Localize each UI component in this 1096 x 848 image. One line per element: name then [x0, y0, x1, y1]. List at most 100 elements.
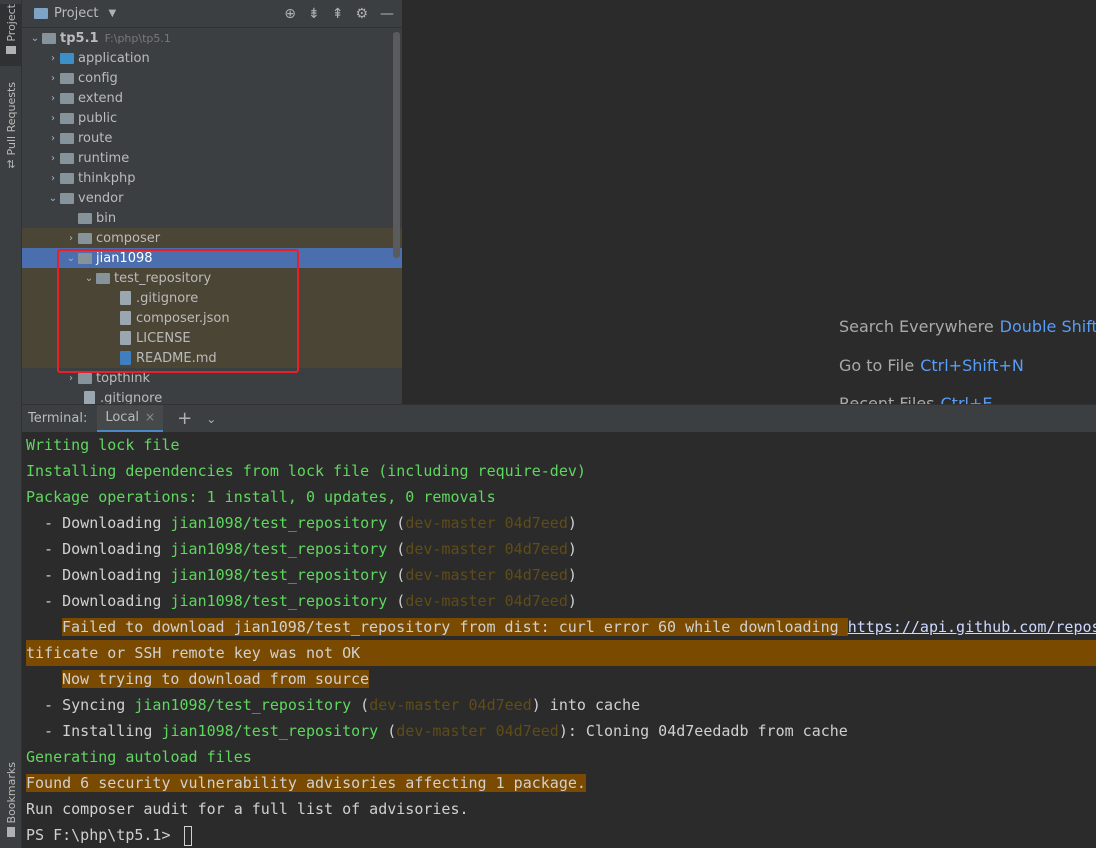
- tree-item-test-repository[interactable]: ⌄ test_repository: [22, 268, 402, 288]
- folder-icon: [78, 212, 92, 224]
- tab-local[interactable]: Local ×: [97, 404, 164, 433]
- close-icon[interactable]: ×: [145, 410, 155, 424]
- chevron-down-icon[interactable]: ⌄: [28, 33, 42, 44]
- project-panel-header: Project ▼ ⊕ ⇟ ⇞ ⚙ —: [22, 0, 402, 28]
- shell-prompt: PS F:\php\tp5.1>: [26, 826, 180, 844]
- tree-item-vendor[interactable]: ⌄ vendor: [22, 188, 402, 208]
- chevron-down-icon[interactable]: ▼: [108, 8, 116, 19]
- package-version: dev-master 04d7eed: [369, 696, 532, 714]
- terminal-line: Writing lock file: [26, 436, 180, 454]
- locate-file-icon[interactable]: ⊕: [284, 6, 296, 22]
- folder-icon: [60, 72, 74, 84]
- collapse-all-icon[interactable]: ⇞: [332, 6, 344, 22]
- tree-item-jian1098[interactable]: ⌄ jian1098: [22, 248, 402, 268]
- tree-item-composer-json[interactable]: composer.json: [22, 308, 402, 328]
- terminal-line: - Downloading jian1098/test_repository (…: [26, 536, 577, 562]
- chevron-right-icon[interactable]: ›: [46, 153, 60, 164]
- chevron-right-icon[interactable]: ›: [46, 173, 60, 184]
- chevron-down-icon[interactable]: ⌄: [46, 193, 60, 204]
- terminal-output[interactable]: Writing lock file Installing dependencie…: [22, 432, 1096, 848]
- terminal-line: - Downloading jian1098/test_repository (…: [26, 510, 577, 536]
- chevron-right-icon[interactable]: ›: [46, 93, 60, 104]
- expand-all-icon[interactable]: ⇟: [308, 6, 320, 22]
- tree-item-root-gitignore[interactable]: .gitignore: [22, 388, 402, 404]
- pull-request-icon: ⇅: [6, 158, 16, 172]
- project-tool-tab[interactable]: Project: [0, 4, 22, 66]
- tree-item-public[interactable]: › public: [22, 108, 402, 128]
- error-url-link[interactable]: https://api.github.com/repos: [848, 618, 1096, 636]
- paren-open: (: [387, 592, 406, 610]
- terminal-line: Run composer audit for a full list of ad…: [26, 800, 469, 818]
- chevron-right-icon[interactable]: ›: [64, 373, 78, 384]
- pull-requests-tool-tab[interactable]: Pull Requests ⇅: [0, 82, 22, 171]
- bookmark-icon: [7, 827, 15, 838]
- terminal-line-error: Failed to download jian1098/test_reposit…: [62, 614, 1096, 640]
- terminal-prompt-line[interactable]: PS F:\php\tp5.1>: [26, 822, 192, 848]
- chevron-right-icon[interactable]: ›: [46, 73, 60, 84]
- paren-open: (: [387, 514, 406, 532]
- file-icon: [84, 391, 95, 404]
- tree-item-label: application: [78, 50, 150, 66]
- tree-item-bin[interactable]: bin: [22, 208, 402, 228]
- tree-item-topthink[interactable]: › topthink: [22, 368, 402, 388]
- new-tab-icon[interactable]: +: [177, 408, 192, 429]
- package-version: dev-master 04d7eed: [405, 566, 568, 584]
- terminal-line: - Downloading jian1098/test_repository (…: [26, 588, 577, 614]
- tree-item-license[interactable]: LICENSE: [22, 328, 402, 348]
- tree-item-thinkphp[interactable]: › thinkphp: [22, 168, 402, 188]
- terminal-line-warning: Now trying to download from source: [62, 666, 370, 692]
- hint-text: Go to File: [839, 356, 915, 375]
- hint-search-everywhere: Search Everywhere Double Shift: [839, 317, 1096, 336]
- tree-item-route[interactable]: › route: [22, 128, 402, 148]
- chevron-right-icon[interactable]: ›: [46, 133, 60, 144]
- project-tree[interactable]: ⌄ tp5.1 F:\php\tp5.1 › application › con…: [22, 28, 402, 404]
- chevron-down-icon[interactable]: ⌄: [82, 273, 96, 284]
- warning-text: Now trying to download from source: [62, 670, 370, 688]
- tree-item-label: config: [78, 70, 118, 86]
- hint-shortcut: Double Shift: [999, 317, 1096, 336]
- gear-icon[interactable]: ⚙: [355, 6, 368, 22]
- package-version: dev-master 04d7eed: [405, 592, 568, 610]
- chevron-right-icon[interactable]: ›: [64, 233, 78, 244]
- terminal-line: Package operations: 1 install, 0 updates…: [26, 488, 496, 506]
- chevron-right-icon[interactable]: ›: [46, 113, 60, 124]
- tree-item-gitignore[interactable]: .gitignore: [22, 288, 402, 308]
- chevron-down-icon[interactable]: ⌄: [206, 412, 216, 426]
- tree-item-runtime[interactable]: › runtime: [22, 148, 402, 168]
- markdown-file-icon: [120, 351, 131, 365]
- line-prefix: - Downloading: [26, 566, 171, 584]
- hint-shortcut: Ctrl+Shift+N: [920, 356, 1024, 375]
- bookmarks-tool-tab[interactable]: Bookmarks: [0, 762, 22, 838]
- source-folder-icon: [60, 52, 74, 64]
- chevron-down-icon[interactable]: ⌄: [64, 253, 78, 264]
- package-version: dev-master 04d7eed: [405, 540, 568, 558]
- terminal-line: - Downloading jian1098/test_repository (…: [26, 562, 577, 588]
- folder-icon: [60, 132, 74, 144]
- project-view-selector[interactable]: Project: [54, 6, 98, 21]
- tree-item-application[interactable]: › application: [22, 48, 402, 68]
- tree-item-label: public: [78, 110, 118, 126]
- tree-item-extend[interactable]: › extend: [22, 88, 402, 108]
- folder-icon: [60, 92, 74, 104]
- tree-item-root[interactable]: ⌄ tp5.1 F:\php\tp5.1: [22, 28, 402, 48]
- tree-item-label: composer.json: [136, 310, 230, 326]
- tree-item-config[interactable]: › config: [22, 68, 402, 88]
- paren-open: (: [387, 540, 406, 558]
- line-prefix: - Downloading: [26, 540, 171, 558]
- terminal-tab-bar: Terminal: Local × + ⌄: [22, 404, 1096, 433]
- hint-shortcut: Ctrl+E: [940, 394, 993, 404]
- tree-item-readme[interactable]: README.md: [22, 348, 402, 368]
- line-suffix: into cache: [540, 696, 641, 714]
- tree-item-label: .gitignore: [136, 290, 199, 306]
- folder-icon: [78, 372, 92, 384]
- tree-item-label: README.md: [136, 350, 217, 366]
- terminal-line: Generating autoload files: [26, 748, 252, 766]
- hide-panel-icon[interactable]: —: [380, 6, 394, 22]
- tree-item-label: tp5.1: [60, 30, 99, 46]
- paren-close: ): [567, 514, 577, 532]
- tree-item-label: runtime: [78, 150, 130, 166]
- chevron-right-icon[interactable]: ›: [46, 53, 60, 64]
- tree-scrollbar[interactable]: [393, 32, 400, 258]
- tree-item-composer[interactable]: › composer: [22, 228, 402, 248]
- terminal-line: - Installing jian1098/test_repository (d…: [26, 718, 848, 744]
